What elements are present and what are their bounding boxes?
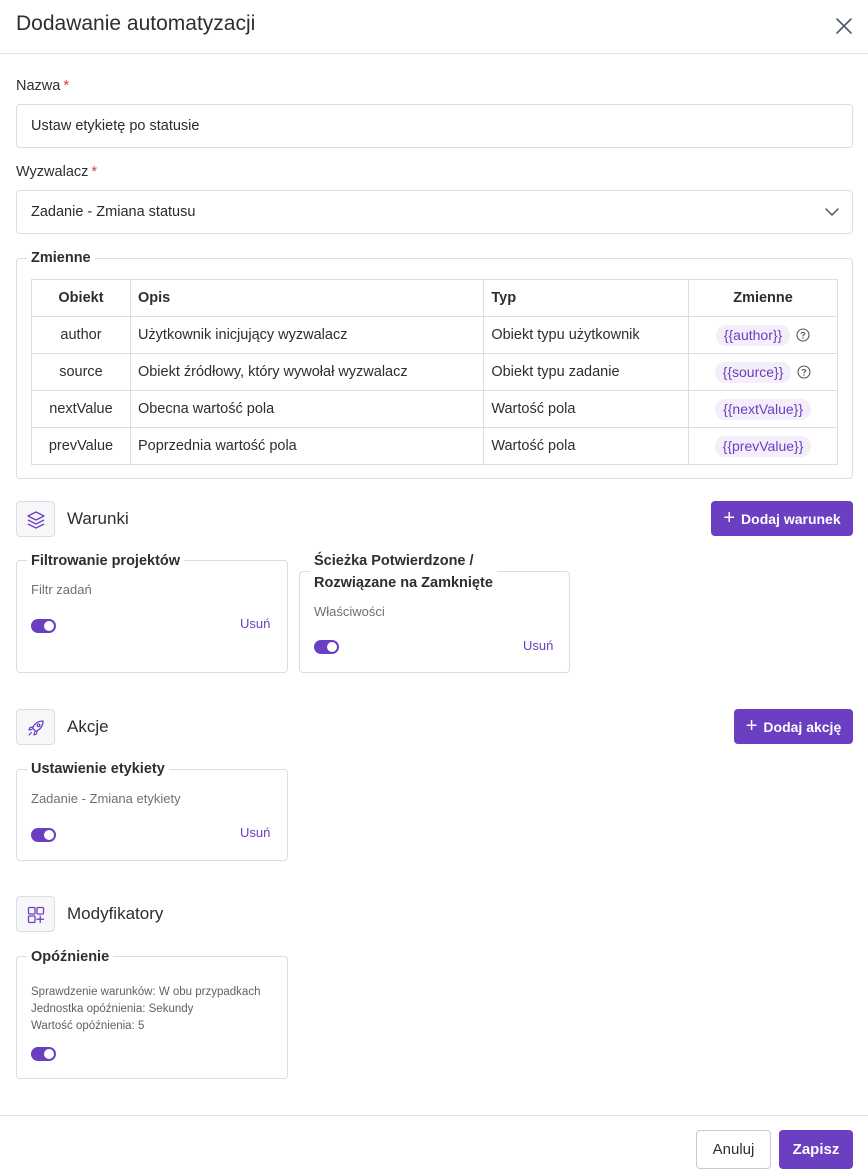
cell-object: prevValue [31,427,131,465]
required-mark: * [91,164,98,180]
cell-type: Obiekt typu zadanie [483,353,690,391]
table-header-row: Obiekt Opis Typ Zmienne [31,279,838,317]
name-input[interactable]: Ustaw etykietę po statusie [16,104,853,148]
action-card-subtitle: Zadanie - Zmiana etykiety [31,791,181,806]
conditions-title: Warunki [67,509,129,528]
cell-type: Wartość pola [483,390,690,428]
puzzle-icon [27,906,45,924]
name-label: Nazwa * [16,78,69,94]
condition-card-title-line: Rozwiązane na Zamknięte [314,575,493,591]
add-condition-button[interactable]: + Dodaj warunek [711,501,853,536]
condition-card-title: Ścieżka Potwierdzone / Rozwiązane na Zam… [310,550,497,594]
table-row: source Obiekt źródłowy, który wywołał wy… [31,353,838,391]
help-circle-icon[interactable] [797,364,811,379]
variable-chip[interactable]: {{prevValue}} [714,435,812,457]
remove-condition-link[interactable]: Usuń [523,638,553,653]
trigger-label-text: Wyzwalacz [16,164,89,180]
conditions-section-icon [16,501,55,537]
modifiers-title: Modyfikatory [67,904,164,923]
column-header-type: Typ [483,279,690,317]
cell-type: Wartość pola [483,427,690,465]
close-icon [836,18,852,34]
required-mark: * [63,78,69,94]
condition-card-subtitle: Właściwości [314,604,385,619]
action-card-title: Ustawienie etykiety [27,758,169,780]
cell-variable: {{prevValue}} [688,427,838,465]
column-header-object: Obiekt [31,279,131,317]
cell-description: Użytkownik inicjujący wyzwalacz [129,316,485,354]
name-label-text: Nazwa [16,78,61,94]
table-row: prevValue Poprzednia wartość pola Wartoś… [31,427,838,465]
plus-icon: + [723,506,736,529]
modifier-detail-line: Sprawdzenie warunków: W obu przypadkach [31,986,261,998]
trigger-select[interactable]: Zadanie - Zmiana statusu [16,190,853,234]
condition-card-subtitle: Filtr zadań [31,582,92,597]
table-row: nextValue Obecna wartość pola Wartość po… [31,390,838,428]
remove-condition-link[interactable]: Usuń [240,616,270,631]
layers-icon [27,511,45,529]
variables-table: Obiekt Opis Typ Zmienne author Użytkowni… [31,279,838,465]
trigger-label: Wyzwalacz * [16,164,97,180]
chevron-down-icon [825,208,839,216]
action-toggle[interactable] [31,828,56,842]
remove-action-link[interactable]: Usuń [240,825,270,840]
cell-variable: {{source}} [688,353,838,391]
variable-chip[interactable]: {{source}} [714,361,792,383]
plus-icon: + [745,714,758,737]
modifiers-section-icon [16,896,55,932]
trigger-select-value: Zadanie - Zmiana statusu [31,204,196,220]
variables-legend: Zmienne [27,250,95,266]
add-action-button[interactable]: + Dodaj akcję [734,709,853,744]
variable-chip[interactable]: {{nextValue}} [715,398,811,420]
cell-object: author [31,316,131,354]
condition-toggle[interactable] [314,640,339,654]
table-row: author Użytkownik inicjujący wyzwalacz O… [31,316,838,354]
rocket-icon [28,720,44,736]
cell-object: nextValue [31,390,131,428]
condition-card-title: Filtrowanie projektów [27,550,185,572]
cell-object: source [31,353,131,391]
cell-variable: {{nextValue}} [688,390,838,428]
column-header-variables: Zmienne [688,279,838,317]
modal-title: Dodawanie automatyzacji [16,12,256,35]
condition-card-title-line: Ścieżka Potwierdzone / [314,553,474,569]
variable-chip[interactable]: {{author}} [715,324,791,346]
modal-header: Dodawanie automatyzacji [0,0,868,54]
condition-toggle[interactable] [31,619,56,633]
cancel-button[interactable]: Anuluj [696,1130,771,1169]
cell-description: Obecna wartość pola [129,390,485,428]
cell-type: Obiekt typu użytkownik [483,316,690,354]
actions-title: Akcje [67,717,109,736]
cell-variable: {{author}} [688,316,838,354]
close-button[interactable] [830,12,858,40]
actions-section-icon [16,709,55,745]
save-button[interactable]: Zapisz [779,1130,853,1169]
help-circle-icon[interactable] [796,327,810,342]
modifier-card [16,956,288,1079]
modifier-detail-line: Wartość opóźnienia: 5 [31,1020,145,1032]
add-action-label: Dodaj akcję [763,718,842,735]
modifier-detail-line: Jednostka opóźnienia: Sekundy [31,1003,194,1015]
column-header-description: Opis [129,279,485,317]
action-card [16,769,288,861]
cell-description: Obiekt źródłowy, który wywołał wyzwalacz [129,353,485,391]
modifier-toggle[interactable] [31,1047,56,1061]
add-condition-label: Dodaj warunek [741,510,841,527]
modifier-card-title: Opóźnienie [27,946,114,968]
cell-description: Poprzednia wartość pola [129,427,485,465]
